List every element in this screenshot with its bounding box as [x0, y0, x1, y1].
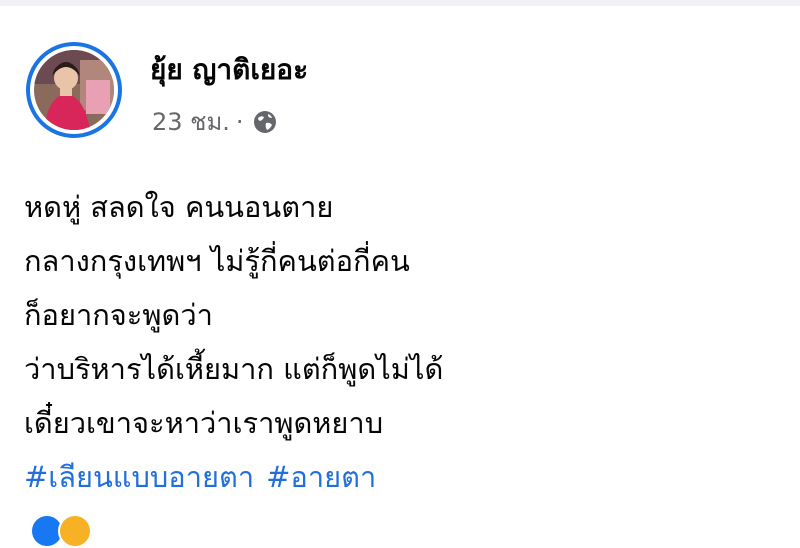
post-body: หดหู่ สลดใจ คนนอนตาย กลางกรุงเทพฯ ไม่รู้…: [24, 180, 784, 504]
post-text-line: หดหู่ สลดใจ คนนอนตาย: [24, 190, 334, 224]
post-timestamp[interactable]: 23 ชม.: [152, 102, 230, 141]
avatar-story-ring[interactable]: [26, 42, 122, 138]
post-text-line: เดี๋ยวเขาจะหาว่าเราพูดหยาบ: [24, 406, 384, 440]
avatar-photo: [34, 50, 114, 130]
haha-reaction-icon: [58, 514, 92, 548]
globe-icon[interactable]: [252, 109, 278, 135]
avatar[interactable]: [34, 50, 114, 130]
meta-separator: ·: [235, 107, 244, 136]
hashtag-link[interactable]: #เลียนแบบอายตา: [24, 460, 254, 494]
post-meta: 23 ชม. ·: [152, 102, 278, 141]
hashtag-line: #เลียนแบบอายตา #อายตา: [24, 450, 784, 504]
facebook-post: ยุ้ย ญาติเยอะ 23 ชม. · หดหู่ สลดใจ คนนอน…: [0, 6, 800, 548]
post-text-line: กลางกรุงเทพฯ ไม่รู้กี่คนต่อกี่คน: [24, 244, 410, 278]
post-text-line: ว่าบริหารได้เหี้ยมาก แต่ก็พูดไม่ได้: [24, 352, 444, 386]
author-name[interactable]: ยุ้ย ญาติเยอะ: [150, 48, 308, 92]
reaction-summary[interactable]: [30, 514, 92, 548]
hashtag-link[interactable]: #อายตา: [266, 460, 376, 494]
post-text-line: ก็อยากจะพูดว่า: [24, 298, 213, 332]
